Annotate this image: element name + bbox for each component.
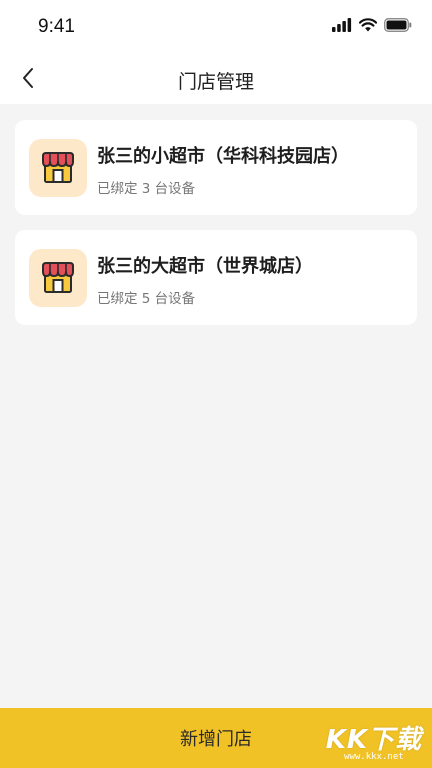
store-card[interactable]: 张三的小超市（华科科技园店） 已绑定 3 台设备 <box>15 120 417 215</box>
store-icon <box>29 139 87 197</box>
nav-bar: 门店管理 <box>0 56 432 104</box>
signal-icon <box>332 17 352 36</box>
store-device-count: 已绑定 5 台设备 <box>97 291 196 307</box>
battery-icon <box>384 17 412 36</box>
store-name: 张三的大超市（世界城店） <box>97 256 313 277</box>
watermark: KK下载 www.kkx.net <box>326 719 422 762</box>
store-device-count: 已绑定 3 台设备 <box>97 181 196 197</box>
store-icon <box>29 249 87 307</box>
watermark-brand: KK下载 <box>325 725 422 755</box>
add-store-label: 新增门店 <box>180 729 252 750</box>
status-time: 9:41 <box>38 16 75 37</box>
store-name: 张三的小超市（华科科技园店） <box>97 146 349 167</box>
wifi-icon <box>358 17 378 36</box>
store-card[interactable]: 张三的大超市（世界城店） 已绑定 5 台设备 <box>15 230 417 325</box>
page-title: 门店管理 <box>177 71 254 93</box>
status-icons <box>332 17 412 36</box>
status-bar: 9:41 <box>0 0 432 56</box>
